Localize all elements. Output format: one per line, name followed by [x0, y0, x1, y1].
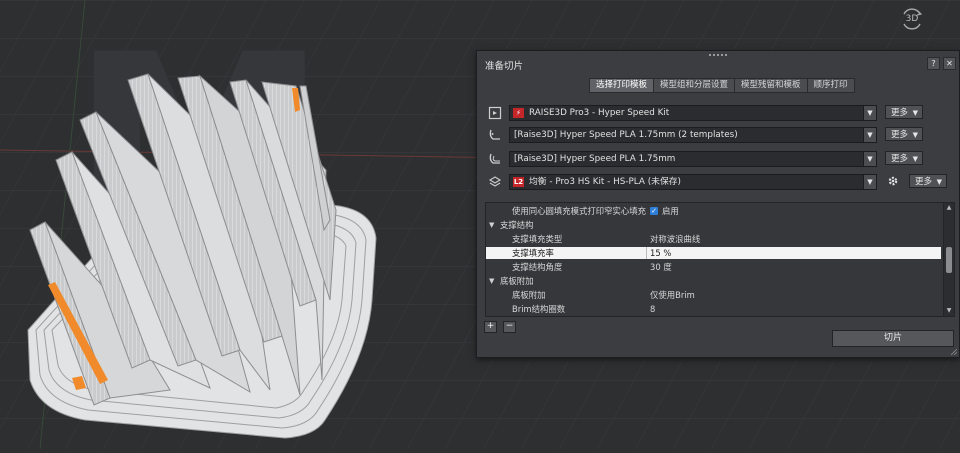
tree-group-support[interactable]: ▼ 支撑结构: [486, 219, 941, 231]
right-material-row: [Raise3D] Hyper Speed PLA 1.75mm ▼ 更多 ▼: [487, 151, 953, 167]
template-more-label: 更多: [915, 177, 933, 187]
group-label: 底板附加: [500, 276, 534, 286]
setting-value-input[interactable]: 15 %: [650, 247, 671, 259]
printer-more-label: 更多: [891, 108, 909, 118]
printer-select-value: RAISE3D Pro3 - Hyper Speed Kit: [529, 108, 670, 118]
right-material-more-label: 更多: [891, 154, 909, 164]
tree-row-support-angle[interactable]: 支撑结构角度 30 度: [486, 261, 941, 273]
setting-value: 仅使用Brim: [650, 290, 695, 300]
tree-scrollbar[interactable]: ▲ ▼: [943, 203, 954, 316]
chevron-down-icon[interactable]: ▼: [863, 175, 876, 189]
left-extruder-icon: [489, 129, 500, 140]
left-material-select-value: [Raise3D] Hyper Speed PLA 1.75mm (2 temp…: [514, 130, 738, 140]
template-select-value: 均衡 - Pro3 HS Kit - HS-PLA (未保存): [529, 177, 681, 187]
prepare-slice-dialog: 准备切片 ? ✕ 选择打印模板 模型组和分层设置 模型残留和模板 顺序打印 ⚡ …: [476, 50, 960, 358]
template-level-badge: L2: [513, 177, 524, 187]
scroll-up-icon[interactable]: ▲: [945, 204, 953, 212]
tree-row-support-fill-type[interactable]: 支撑填充类型 对称波浪曲线: [486, 233, 941, 245]
caret-down-icon: ▼: [912, 131, 918, 139]
help-button[interactable]: ?: [927, 57, 940, 70]
setting-value: 8: [650, 304, 656, 314]
tab-select-print-template[interactable]: 选择打印模板: [589, 78, 655, 93]
template-row: L2 均衡 - Pro3 HS Kit - HS-PLA (未保存) ▼ 更多 …: [487, 174, 953, 190]
raise3d-logo-icon: ⚡: [513, 108, 524, 118]
dialog-title: 准备切片: [485, 61, 524, 72]
expand-arrow-icon[interactable]: ▼: [489, 275, 494, 287]
setting-label: 底板附加: [512, 290, 546, 300]
setting-value: 启用: [662, 206, 679, 216]
tree-group-plate-adhesion[interactable]: ▼ 底板附加: [486, 275, 941, 287]
dialog-title-bar[interactable]: 准备切片 ? ✕: [477, 56, 959, 74]
left-material-select[interactable]: [Raise3D] Hyper Speed PLA 1.75mm (2 temp…: [509, 127, 877, 143]
left-material-row: [Raise3D] Hyper Speed PLA 1.75mm (2 temp…: [487, 127, 953, 143]
left-material-more-label: 更多: [891, 130, 909, 140]
caret-down-icon: ▼: [912, 109, 918, 117]
gear-icon[interactable]: [885, 174, 901, 188]
close-button[interactable]: ✕: [943, 57, 956, 70]
setting-label: Brim结构圈数: [512, 304, 566, 314]
setting-label: 使用同心圆填充模式打印窄实心填充: [512, 206, 646, 216]
printer-icon: [488, 106, 502, 120]
add-button[interactable]: +: [484, 321, 497, 333]
remove-button[interactable]: −: [503, 321, 516, 333]
right-material-select-value: [Raise3D] Hyper Speed PLA 1.75mm: [514, 154, 676, 164]
dialog-tabs: 选择打印模板 模型组和分层设置 模型残留和模板 顺序打印: [589, 78, 855, 93]
caret-down-icon: ▼: [912, 155, 918, 163]
left-material-more-button[interactable]: 更多 ▼: [885, 127, 923, 141]
setting-value: 对称波浪曲线: [650, 234, 701, 244]
template-more-button[interactable]: 更多 ▼: [909, 174, 947, 188]
checkbox-checked-icon[interactable]: ✓: [650, 207, 658, 215]
slice-button[interactable]: 切片: [832, 330, 954, 347]
group-label: 支撑结构: [500, 220, 534, 230]
setting-value: 30 度: [650, 262, 672, 272]
settings-tree[interactable]: 使用同心圆填充模式打印窄实心填充 ✓ 启用 ▼ 支撑结构 支撑填充类型 对称波浪…: [485, 202, 955, 317]
tree-row-plate-adhesion[interactable]: 底板附加 仅使用Brim: [486, 289, 941, 301]
template-select[interactable]: L2 均衡 - Pro3 HS Kit - HS-PLA (未保存) ▼: [509, 174, 877, 190]
scroll-down-icon[interactable]: ▼: [945, 307, 953, 315]
scroll-thumb[interactable]: [946, 247, 952, 273]
right-extruder-icon: [489, 153, 500, 164]
layers-icon: [488, 176, 502, 187]
tab-sequential-print[interactable]: 顺序打印: [807, 78, 855, 93]
printer-more-button[interactable]: 更多 ▼: [885, 105, 923, 119]
setting-label: 支撑结构角度: [512, 262, 563, 272]
caret-down-icon: ▼: [936, 178, 942, 186]
chevron-down-icon[interactable]: ▼: [863, 106, 876, 120]
setting-label: 支撑填充率: [512, 248, 554, 258]
expand-arrow-icon[interactable]: ▼: [489, 219, 494, 231]
tree-row-concentric-fill[interactable]: 使用同心圆填充模式打印窄实心填充 ✓ 启用: [486, 205, 941, 217]
tree-row-brim-loops[interactable]: Brim结构圈数 8: [486, 303, 941, 315]
right-material-more-button[interactable]: 更多 ▼: [885, 151, 923, 165]
tab-model-group-layer-settings[interactable]: 模型组和分层设置: [654, 78, 736, 93]
printer-row: ⚡ RAISE3D Pro3 - Hyper Speed Kit ▼ 更多 ▼: [487, 105, 953, 121]
right-material-select[interactable]: [Raise3D] Hyper Speed PLA 1.75mm ▼: [509, 151, 877, 167]
printer-select[interactable]: ⚡ RAISE3D Pro3 - Hyper Speed Kit ▼: [509, 105, 877, 121]
tab-model-residue-template[interactable]: 模型残留和模板: [735, 78, 808, 93]
chevron-down-icon[interactable]: ▼: [863, 128, 876, 142]
tree-row-support-fill-rate[interactable]: 支撑填充率 15 %: [486, 247, 941, 259]
view-cube-3d[interactable]: 3D: [898, 6, 926, 32]
resize-grip-icon[interactable]: [951, 349, 957, 355]
chevron-down-icon[interactable]: ▼: [863, 152, 876, 166]
setting-label: 支撑填充类型: [512, 234, 563, 244]
